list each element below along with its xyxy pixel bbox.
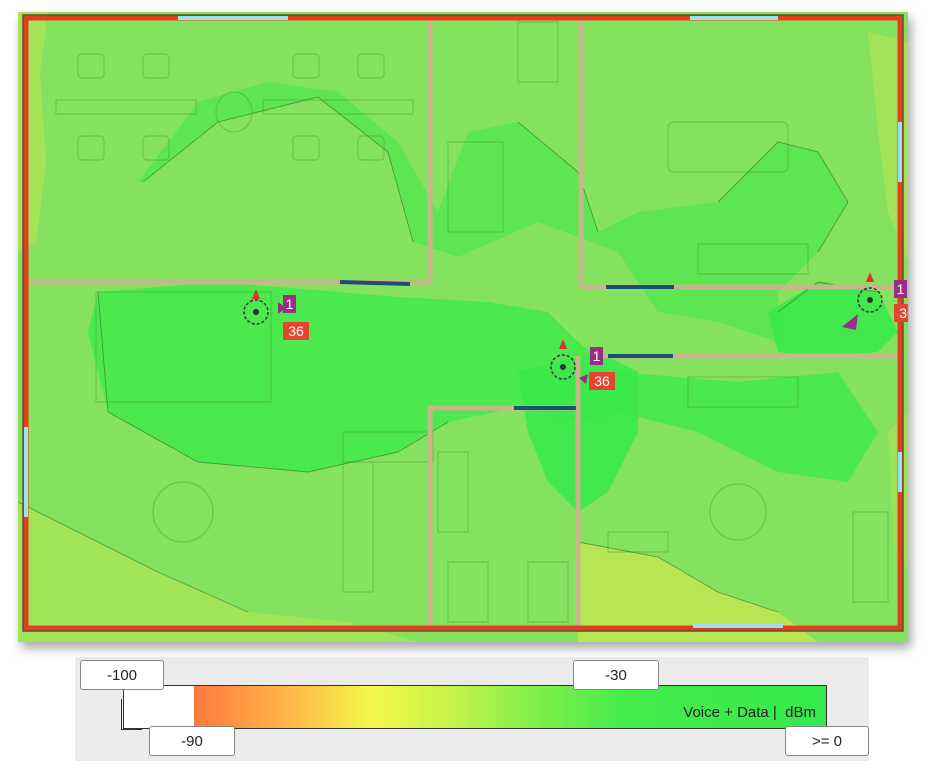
ap-power-badge[interactable]: 36 [283,322,309,340]
legend-min-handle[interactable]: -100 [80,660,164,690]
ap-channel-badge[interactable]: 1 [590,347,603,365]
legend-gradient-box: Voice + Data | dBm [123,685,827,729]
ap-power-badge[interactable]: 36 [589,372,615,390]
heatmap-map[interactable]: 1 36 1 36 1 36 [18,12,908,642]
ap-power-badge[interactable]: 36 [894,304,908,322]
legend-metric-label: Voice + Data | dBm [683,704,816,721]
legend-low-handle[interactable]: -90 [149,726,235,756]
ap-channel-badge[interactable]: 1 [283,295,296,313]
floor-plan-canvas[interactable] [18,12,908,642]
ap-channel-badge[interactable]: 1 [894,280,907,298]
signal-legend: Voice + Data | dBm -100 -90 -30 >= 0 [75,657,869,761]
legend-max-handle[interactable]: >= 0 [785,726,869,756]
legend-high-handle[interactable]: -30 [573,660,659,690]
